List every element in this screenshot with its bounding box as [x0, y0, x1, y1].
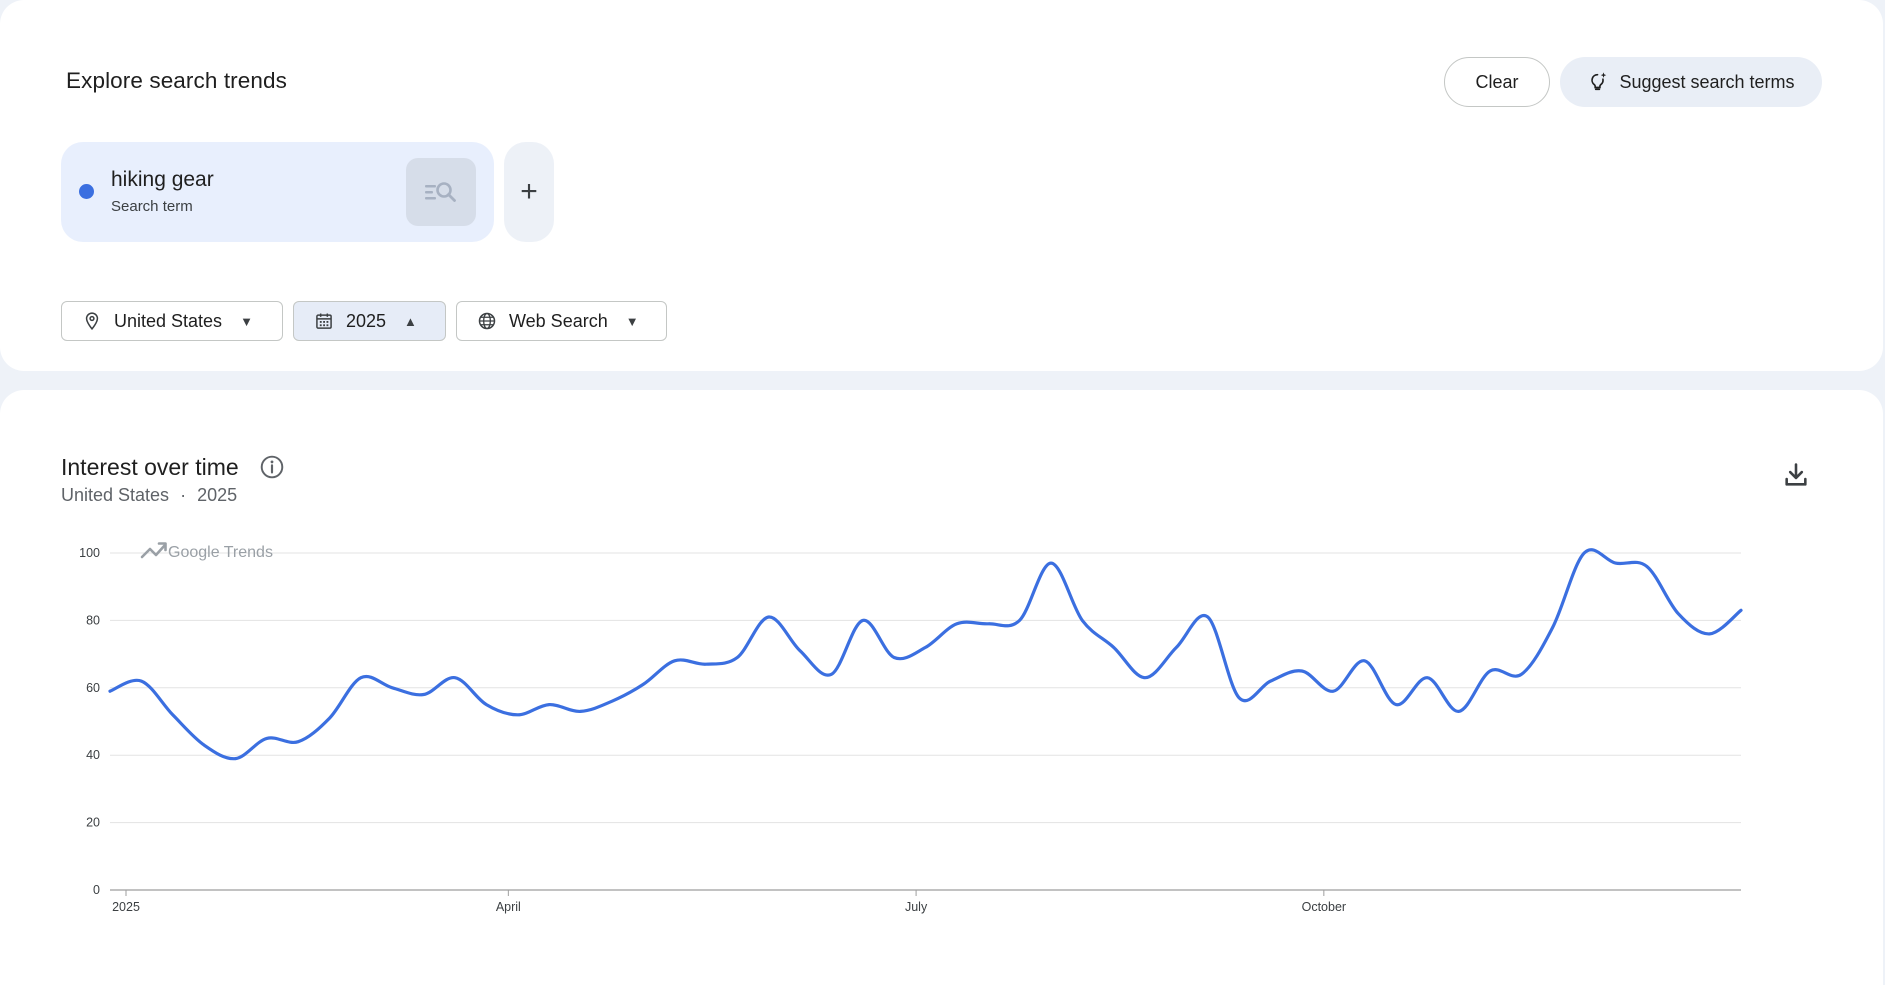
data-point[interactable] [543, 699, 555, 711]
data-point[interactable] [1390, 699, 1402, 711]
data-point[interactable] [1704, 628, 1716, 640]
data-point[interactable] [794, 645, 806, 657]
data-point[interactable] [230, 753, 242, 765]
data-point[interactable] [135, 675, 147, 687]
y-tick-label: 100 [79, 546, 100, 560]
y-tick-label: 80 [86, 613, 100, 627]
data-point[interactable] [292, 736, 304, 748]
x-tick-label: July [905, 900, 928, 914]
data-point[interactable] [1547, 621, 1559, 633]
data-point[interactable] [888, 652, 900, 664]
x-tick-label: October [1302, 900, 1346, 914]
data-point[interactable] [1453, 705, 1465, 717]
data-point[interactable] [1327, 685, 1339, 697]
data-point[interactable] [951, 618, 963, 630]
data-point[interactable] [1108, 641, 1120, 653]
data-point[interactable] [700, 658, 712, 670]
data-point[interactable] [763, 611, 775, 623]
data-point[interactable] [1170, 641, 1182, 653]
chart-axes: 0 20 40 60 80 100 2025 April July October [79, 546, 1741, 914]
x-tick-label: April [496, 900, 521, 914]
data-point[interactable] [1515, 668, 1527, 680]
watermark-text: Google Trends [168, 544, 273, 561]
data-point[interactable] [982, 618, 994, 630]
data-point[interactable] [1421, 672, 1433, 684]
data-point[interactable] [1233, 692, 1245, 704]
y-tick-label: 20 [86, 816, 100, 830]
data-point[interactable] [386, 682, 398, 694]
data-point[interactable] [575, 705, 587, 717]
data-point[interactable] [1139, 672, 1151, 684]
data-point[interactable] [1076, 614, 1088, 626]
data-point[interactable] [1045, 557, 1057, 569]
data-point[interactable] [920, 641, 932, 653]
data-point[interactable] [1265, 675, 1277, 687]
data-point[interactable] [355, 672, 367, 684]
data-point[interactable] [606, 695, 618, 707]
data-point[interactable] [731, 652, 743, 664]
data-point[interactable] [449, 672, 461, 684]
series-line-hiking-gear[interactable] [108, 548, 1743, 761]
data-point[interactable] [1359, 655, 1371, 667]
data-point[interactable] [857, 614, 869, 626]
data-point[interactable] [261, 732, 273, 744]
data-point[interactable] [324, 712, 336, 724]
x-tick-label: 2025 [112, 900, 140, 914]
data-point[interactable] [1641, 561, 1653, 573]
chart-series [104, 547, 1747, 765]
y-tick-label: 60 [86, 681, 100, 695]
data-point[interactable] [418, 689, 430, 701]
data-point[interactable] [198, 739, 210, 751]
data-point[interactable] [1735, 604, 1747, 616]
data-point[interactable] [480, 699, 492, 711]
data-point[interactable] [1672, 608, 1684, 620]
data-point[interactable] [1610, 557, 1622, 569]
data-point[interactable] [104, 685, 116, 697]
data-point[interactable] [669, 655, 681, 667]
data-point[interactable] [1484, 665, 1496, 677]
google-trends-watermark: Google Trends [140, 542, 273, 561]
data-point[interactable] [637, 678, 649, 690]
data-point[interactable] [1014, 614, 1026, 626]
data-point[interactable] [512, 709, 524, 721]
y-tick-label: 40 [86, 748, 100, 762]
data-point[interactable] [825, 668, 837, 680]
data-point[interactable] [1202, 611, 1214, 623]
data-point[interactable] [1296, 665, 1308, 677]
data-point[interactable] [1578, 547, 1590, 559]
data-point[interactable] [167, 709, 179, 721]
chart-gridlines [110, 552, 1741, 824]
y-tick-label: 0 [93, 883, 100, 897]
line-chart: 0 20 40 60 80 100 2025 April July October Google … [79, 542, 1747, 914]
